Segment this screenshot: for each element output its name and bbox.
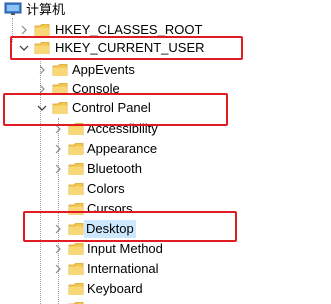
- highlight-box-desktop: [23, 211, 237, 242]
- tree-node-keyboard[interactable]: Keyboard: [0, 279, 331, 299]
- tree-node-appearance[interactable]: Appearance: [0, 139, 331, 159]
- folder-icon: [68, 142, 84, 156]
- tree-node-partial: [0, 299, 331, 304]
- folder-icon: [68, 162, 84, 176]
- folder-icon: [68, 282, 84, 296]
- tree-node-appevents[interactable]: AppEvents: [0, 60, 331, 80]
- highlight-box-hkey-current-user: [10, 36, 243, 60]
- tree-node-label: International: [87, 261, 159, 276]
- tree-node-label: 计算机: [26, 2, 66, 17]
- registry-tree: 计算机 HKEY_CLASSES_ROOT HKEY_CURRENT_USER …: [0, 0, 331, 304]
- highlight-box-control-panel: [3, 93, 228, 126]
- tree-node-label: Bluetooth: [87, 161, 142, 176]
- tree-node-colors[interactable]: Colors: [0, 179, 331, 199]
- chevron-right-icon[interactable]: [52, 163, 64, 175]
- chevron-right-icon[interactable]: [18, 24, 30, 36]
- tree-node-label: Appearance: [87, 141, 158, 156]
- chevron-right-icon[interactable]: [52, 243, 64, 255]
- tree-node-computer[interactable]: 计算机: [0, 0, 331, 20]
- tree-node-bluetooth[interactable]: Bluetooth: [0, 159, 331, 179]
- chevron-right-icon[interactable]: [52, 143, 64, 155]
- folder-icon: [68, 242, 84, 256]
- folder-icon: [68, 262, 84, 276]
- computer-icon: [4, 2, 22, 16]
- folder-icon: [34, 23, 50, 37]
- chevron-right-icon[interactable]: [36, 64, 48, 76]
- folder-icon: [68, 182, 84, 196]
- tree-node-label: Keyboard: [87, 281, 143, 296]
- chevron-right-icon[interactable]: [52, 263, 64, 275]
- tree-node-input-method[interactable]: Input Method: [0, 239, 331, 259]
- tree-node-label: Input Method: [87, 241, 163, 256]
- folder-icon: [52, 63, 68, 77]
- tree-node-international[interactable]: International: [0, 259, 331, 279]
- tree-node-label: AppEvents: [72, 62, 135, 77]
- tree-node-label: Colors: [87, 181, 125, 196]
